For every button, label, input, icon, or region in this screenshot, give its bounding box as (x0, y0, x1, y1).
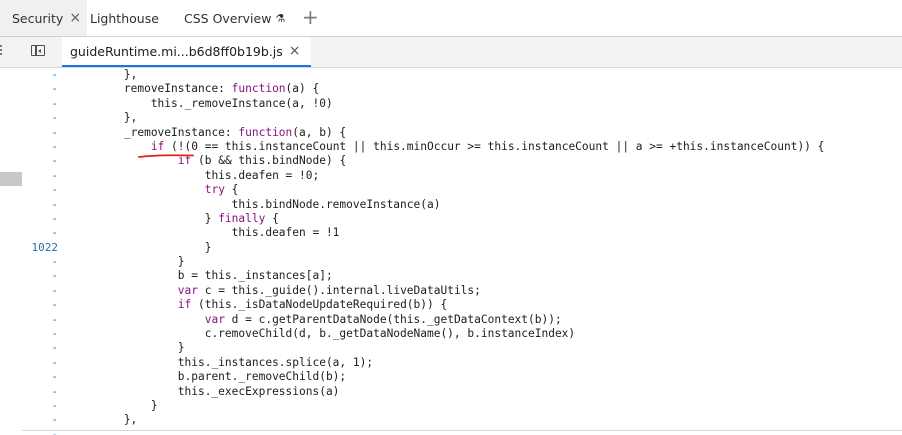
flask-icon: ⚗ (275, 11, 286, 25)
editor-bottom-border (22, 430, 902, 431)
code-line[interactable]: b = this._instances[a]; (70, 269, 824, 283)
code-line[interactable]: var c = this._guide().internal.liveDataU… (70, 284, 824, 298)
drag-handle-icon[interactable] (0, 45, 3, 59)
line-number[interactable]: - (22, 226, 60, 240)
tab-lighthouse[interactable]: Lighthouse (90, 0, 159, 36)
code-line[interactable]: this.deafen = !1 (70, 226, 824, 240)
line-number[interactable]: - (22, 370, 60, 384)
close-icon[interactable]: × (69, 10, 81, 26)
code-line[interactable]: removeInstance: function(a) { (70, 82, 824, 96)
gutter-edge (0, 68, 22, 435)
add-tab-button[interactable]: + (302, 6, 319, 28)
code-line[interactable]: _removeInstance: function(a, b) { (70, 126, 824, 140)
line-number[interactable]: - (22, 341, 60, 355)
code-line[interactable]: } (70, 341, 824, 355)
line-number[interactable]: - (22, 212, 60, 226)
line-number[interactable]: 1022 (22, 241, 60, 255)
code-line[interactable]: if (this._isDataNodeUpdateRequired(b)) { (70, 298, 824, 312)
tab-security[interactable]: Security × (0, 0, 88, 36)
scroll-marker (0, 172, 22, 186)
line-number[interactable]: - (22, 68, 60, 82)
line-number[interactable]: - (22, 313, 60, 327)
line-number[interactable]: - (22, 154, 60, 168)
code-line[interactable]: } (70, 399, 824, 413)
line-number[interactable]: - (22, 269, 60, 283)
line-number[interactable]: - (22, 111, 60, 125)
line-number[interactable]: - (22, 327, 60, 341)
code-line[interactable]: var d = c.getParentDataNode(this._getDat… (70, 313, 824, 327)
code-line[interactable]: if (!(0 == this.instanceCount || this.mi… (70, 140, 825, 154)
line-number[interactable]: - (22, 284, 60, 298)
tab-css-overview-label: CSS Overview (184, 10, 272, 26)
code-line[interactable]: this._removeInstance(a, !0) (70, 97, 824, 111)
line-number[interactable]: - (22, 169, 60, 183)
line-number[interactable]: - (22, 399, 60, 413)
code-line[interactable]: b.parent._removeChild(b); (70, 370, 824, 384)
line-number[interactable]: - (22, 140, 60, 154)
code-line[interactable]: } (70, 255, 824, 269)
code-line[interactable]: try { (70, 183, 824, 197)
devtools-tab-bar: Security × Lighthouse CSS Overview ⚗ + (0, 0, 902, 37)
line-number[interactable]: - (22, 356, 60, 370)
line-number[interactable]: - (22, 428, 60, 435)
line-number[interactable]: - (22, 183, 60, 197)
code-line[interactable]: }, (70, 111, 824, 125)
file-tab[interactable]: guideRuntime.mi...b6d8ff0b19b.js × (62, 37, 311, 67)
close-icon[interactable]: × (289, 43, 301, 59)
line-number[interactable]: - (22, 126, 60, 140)
sources-file-bar: guideRuntime.mi...b6d8ff0b19b.js × (0, 37, 902, 68)
code-line[interactable]: this.bindNode.removeInstance(a) (70, 198, 824, 212)
code-line[interactable]: c.removeChild(d, b._getDataNodeName(), b… (70, 327, 824, 341)
toggle-navigator-icon[interactable] (31, 45, 45, 56)
tab-css-overview[interactable]: CSS Overview ⚗ (184, 0, 285, 36)
code-line[interactable]: this._instances.splice(a, 1); (70, 356, 824, 370)
line-number[interactable]: - (22, 255, 60, 269)
tab-security-label: Security (12, 10, 64, 26)
tab-lighthouse-label: Lighthouse (90, 10, 159, 26)
code-editor[interactable]: - - - - - - - - - - - -1022- - - - - - - - - - - - - }, removeI… (0, 68, 902, 435)
line-number[interactable]: - (22, 385, 60, 399)
line-number-gutter[interactable]: - - - - - - - - - - - -1022- - - - - - - - - - - - - (22, 68, 60, 435)
code-line[interactable]: } (70, 241, 824, 255)
red-annotation-underline (138, 154, 194, 158)
code-line[interactable]: this.deafen = !0; (70, 169, 824, 183)
line-number[interactable]: - (22, 413, 60, 427)
source-code[interactable]: }, removeInstance: function(a) { this._r… (70, 68, 825, 428)
code-line[interactable]: this._execExpressions(a) (70, 385, 824, 399)
code-line[interactable]: }, (70, 413, 824, 427)
line-number[interactable]: - (22, 298, 60, 312)
line-number[interactable]: - (22, 198, 60, 212)
code-line[interactable]: } finally { (70, 212, 824, 226)
line-number[interactable]: - (22, 82, 60, 96)
file-tab-label: guideRuntime.mi...b6d8ff0b19b.js (70, 43, 283, 59)
line-number[interactable]: - (22, 97, 60, 111)
code-line[interactable]: }, (70, 68, 824, 82)
